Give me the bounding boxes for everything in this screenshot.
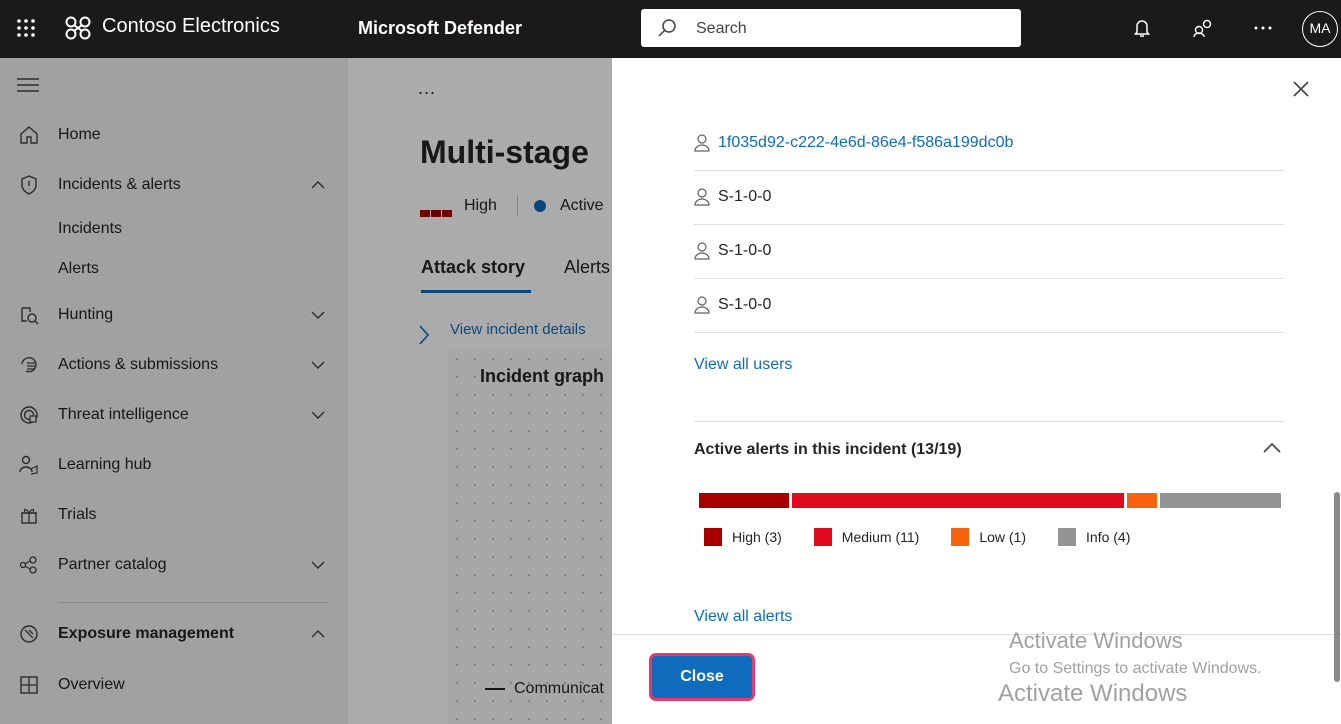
org-name[interactable]: Contoso Electronics xyxy=(102,15,280,38)
user-name: S-1-0-0 xyxy=(718,296,772,313)
swatch-icon xyxy=(1058,528,1077,546)
activation-watermark-subtitle: Go to Settings to activate Windows. xyxy=(1009,660,1262,677)
bell-icon[interactable] xyxy=(1131,17,1153,39)
activation-watermark: Activate Windows xyxy=(1009,628,1183,653)
modal-overlay[interactable] xyxy=(0,58,612,724)
alert-bar-segment xyxy=(1160,493,1281,508)
avatar[interactable]: MA xyxy=(1302,11,1338,47)
user-icon xyxy=(694,242,710,260)
user-row[interactable]: S-1-0-0 xyxy=(694,171,1284,225)
top-bar: Contoso Electronics Microsoft Defender S… xyxy=(0,0,1341,58)
incident-side-panel: 1f035d92-c222-4e6d-86e4-f586a199dc0b S-1… xyxy=(612,58,1341,724)
legend-item-low: Low (1) xyxy=(951,528,1026,546)
user-icon xyxy=(694,188,710,206)
swatch-icon xyxy=(951,528,970,546)
user-name: S-1-0-0 xyxy=(718,188,772,205)
user-row[interactable]: S-1-0-0 xyxy=(694,225,1284,279)
legend-item-info: Info (4) xyxy=(1058,528,1130,546)
app-name[interactable]: Microsoft Defender xyxy=(358,18,522,39)
legend-label: Medium (11) xyxy=(841,529,920,545)
user-name[interactable]: 1f035d92-c222-4e6d-86e4-f586a199dc0b xyxy=(718,134,1013,152)
section-divider xyxy=(694,421,1284,422)
alert-bar-segment xyxy=(792,493,1125,508)
view-all-users-link[interactable]: View all users xyxy=(694,356,792,374)
waffle-icon[interactable] xyxy=(14,16,38,40)
user-row[interactable]: 1f035d92-c222-4e6d-86e4-f586a199dc0b xyxy=(694,117,1284,171)
legend-label: Low (1) xyxy=(979,529,1027,545)
legend-label: Info (4) xyxy=(1086,529,1131,545)
user-icon xyxy=(694,296,710,314)
more-icon[interactable] xyxy=(1252,17,1274,39)
close-button[interactable]: Close xyxy=(652,656,752,698)
legend-item-high: High (3) xyxy=(704,528,782,546)
search-icon xyxy=(658,19,676,37)
active-alerts-heading: Active alerts in this incident (13/19) xyxy=(694,441,962,458)
alert-bar-segment xyxy=(699,493,790,508)
user-row[interactable]: S-1-0-0 xyxy=(694,279,1284,333)
swatch-icon xyxy=(813,528,832,546)
user-name: S-1-0-0 xyxy=(718,242,772,259)
alert-severity-bar xyxy=(699,493,1281,508)
alert-severity-legend: High (3) Medium (11) Low (1) Info (4) xyxy=(704,528,1162,546)
community-icon[interactable] xyxy=(1192,17,1214,39)
close-icon[interactable] xyxy=(1292,80,1310,98)
scrollbar[interactable] xyxy=(1334,492,1340,682)
search-box[interactable]: Search xyxy=(641,9,1021,47)
view-all-alerts-link[interactable]: View all alerts xyxy=(694,608,792,626)
search-input[interactable]: Search xyxy=(696,20,747,38)
activation-watermark-repeat: Activate Windows xyxy=(998,680,1188,707)
swatch-icon xyxy=(704,528,722,546)
alert-bar-segment xyxy=(1127,493,1158,508)
user-icon xyxy=(694,134,710,152)
legend-item-medium: Medium (11) xyxy=(813,528,920,546)
chevron-up-icon[interactable] xyxy=(1262,442,1282,454)
legend-label: High (3) xyxy=(732,529,782,545)
org-logo-icon xyxy=(65,16,91,40)
footer-divider xyxy=(612,634,1341,635)
